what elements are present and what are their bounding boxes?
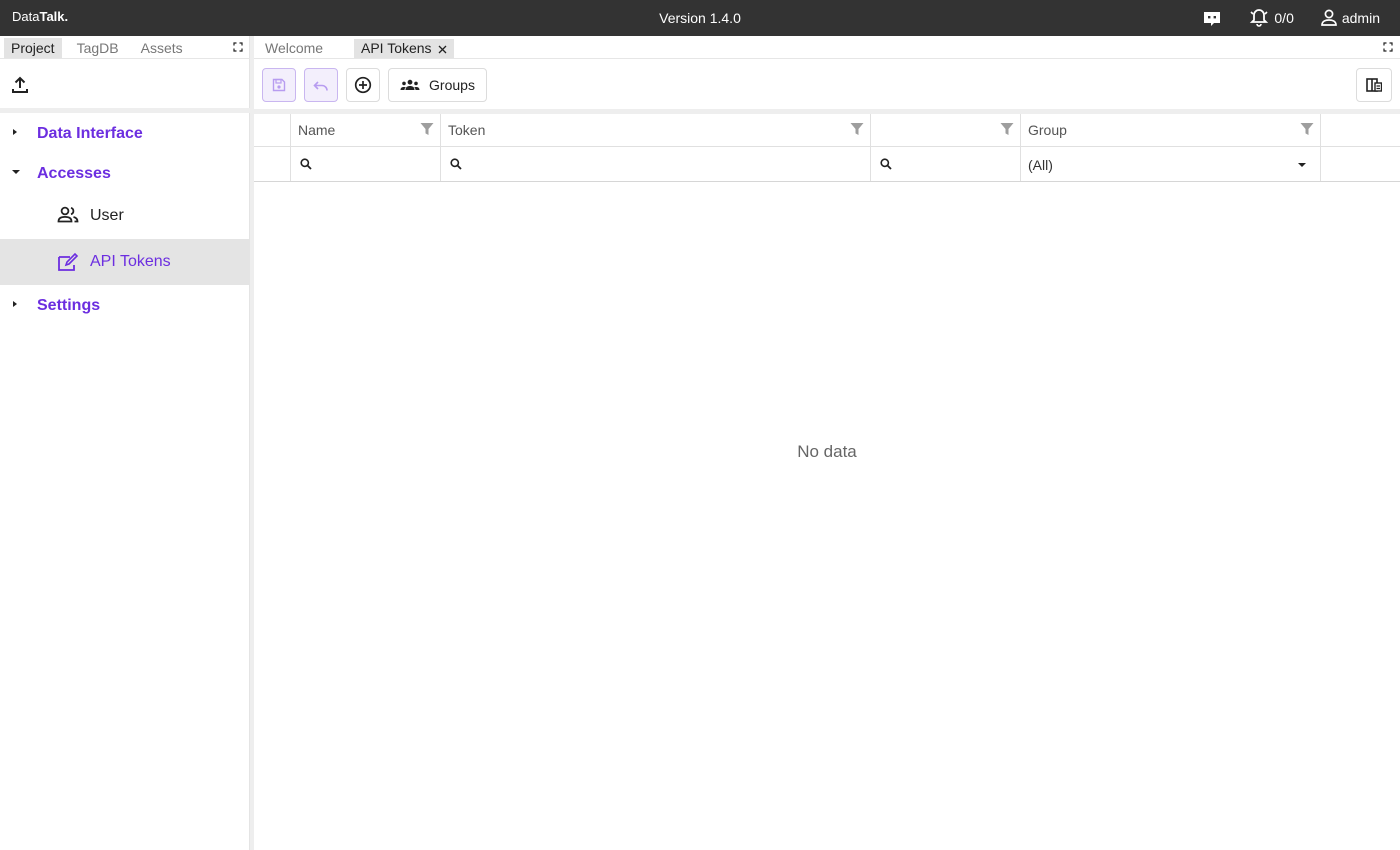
chat-icon xyxy=(1204,12,1221,26)
tree-label: Data Interface xyxy=(37,125,143,142)
group-filter-value: (All) xyxy=(1028,157,1053,173)
grid-header-row: Name Token Group xyxy=(254,114,1400,147)
empty-state-message: No data xyxy=(797,442,857,461)
tree-label: User xyxy=(90,207,124,224)
chat-button[interactable] xyxy=(1202,8,1222,28)
project-tree: Data Interface Accesses User API Tokens … xyxy=(0,113,250,325)
column-chooser-icon xyxy=(1366,78,1382,92)
filter-icon[interactable] xyxy=(1000,122,1014,136)
tab-project[interactable]: Project xyxy=(4,38,62,58)
add-button[interactable] xyxy=(346,68,380,102)
top-bar: DataTalk. Version 1.4.0 0/0 admin xyxy=(0,0,1400,36)
edit-note-icon xyxy=(58,252,79,271)
caret-down-icon[interactable] xyxy=(11,168,21,176)
filter-icon[interactable] xyxy=(850,122,864,136)
column-chooser-button[interactable] xyxy=(1356,68,1392,102)
tree-node-settings[interactable]: Settings xyxy=(0,285,250,325)
left-toolbar xyxy=(0,58,250,108)
undo-button[interactable] xyxy=(304,68,338,102)
tree-node-data-interface[interactable]: Data Interface xyxy=(0,113,250,153)
alarm-button[interactable]: 0/0 xyxy=(1248,8,1294,28)
groups-icon xyxy=(400,79,420,90)
tab-assets[interactable]: Assets xyxy=(134,38,190,58)
person-icon xyxy=(1321,9,1337,26)
user-menu[interactable]: admin xyxy=(1320,8,1380,28)
groups-button[interactable]: Groups xyxy=(388,68,487,102)
tree-item-user[interactable]: User xyxy=(0,193,250,239)
groups-label: Groups xyxy=(429,77,475,93)
group-filter-select[interactable]: (All) xyxy=(1021,147,1321,181)
users-icon xyxy=(57,206,79,223)
undo-icon xyxy=(313,81,328,91)
filter-row-select xyxy=(254,147,291,181)
search-icon xyxy=(880,158,892,170)
column-header-name[interactable]: Name xyxy=(291,114,441,146)
filter-icon[interactable] xyxy=(420,122,434,136)
name-filter-input[interactable] xyxy=(315,151,434,177)
filter-cell-unnamed xyxy=(871,147,1021,181)
main-panel: Welcome API Tokens Groups Name Token Gro… xyxy=(254,36,1400,850)
filter-icon[interactable] xyxy=(1300,122,1314,136)
alarm-count: 0/0 xyxy=(1274,10,1294,26)
tree-label: Accesses xyxy=(37,165,111,182)
tab-welcome[interactable]: Welcome xyxy=(258,39,330,58)
save-button[interactable] xyxy=(262,68,296,102)
app-logo[interactable]: DataTalk. xyxy=(12,9,68,24)
search-icon xyxy=(450,158,462,170)
column-header-group[interactable]: Group xyxy=(1021,114,1321,146)
expand-icon[interactable] xyxy=(233,42,243,52)
unnamed-filter-input[interactable] xyxy=(895,151,1014,177)
column-header-unnamed[interactable] xyxy=(871,114,1021,146)
expand-icon[interactable] xyxy=(1383,42,1393,52)
tree-item-api-tokens[interactable]: API Tokens xyxy=(0,239,250,285)
document-tabs: Welcome API Tokens xyxy=(254,36,1400,59)
save-icon xyxy=(272,78,286,92)
grid-filter-row: (All) xyxy=(254,147,1400,182)
add-circle-icon xyxy=(354,76,372,94)
column-header-token[interactable]: Token xyxy=(441,114,871,146)
api-tokens-grid: Name Token Group (All) No data xyxy=(254,114,1400,850)
filter-cell-name xyxy=(291,147,441,181)
caret-right-icon[interactable] xyxy=(11,128,19,136)
column-label: Group xyxy=(1028,122,1067,138)
upload-icon[interactable] xyxy=(10,75,30,95)
tree-label: API Tokens xyxy=(90,253,171,270)
token-filter-input[interactable] xyxy=(465,151,864,177)
column-label: Token xyxy=(448,122,486,138)
tree-node-accesses[interactable]: Accesses xyxy=(0,153,250,193)
filter-cell-token xyxy=(441,147,871,181)
caret-right-icon[interactable] xyxy=(11,300,19,308)
left-panel-tabs: Project TagDB Assets xyxy=(4,38,198,58)
user-name: admin xyxy=(1341,10,1380,26)
grid-header-select xyxy=(254,114,291,146)
tab-tagdb[interactable]: TagDB xyxy=(70,38,126,58)
tab-label: Welcome xyxy=(265,40,324,56)
tab-label: API Tokens xyxy=(361,40,432,56)
column-label: Name xyxy=(298,122,336,138)
close-icon[interactable] xyxy=(438,45,447,54)
main-toolbar: Groups xyxy=(254,58,1400,109)
tree-label: Settings xyxy=(37,297,101,314)
search-icon xyxy=(300,158,312,170)
chevron-down-icon xyxy=(1298,163,1306,167)
tab-api-tokens[interactable]: API Tokens xyxy=(354,39,454,58)
left-panel: Project TagDB Assets Data Interface Acce… xyxy=(0,36,250,850)
bell-icon xyxy=(1250,9,1269,27)
